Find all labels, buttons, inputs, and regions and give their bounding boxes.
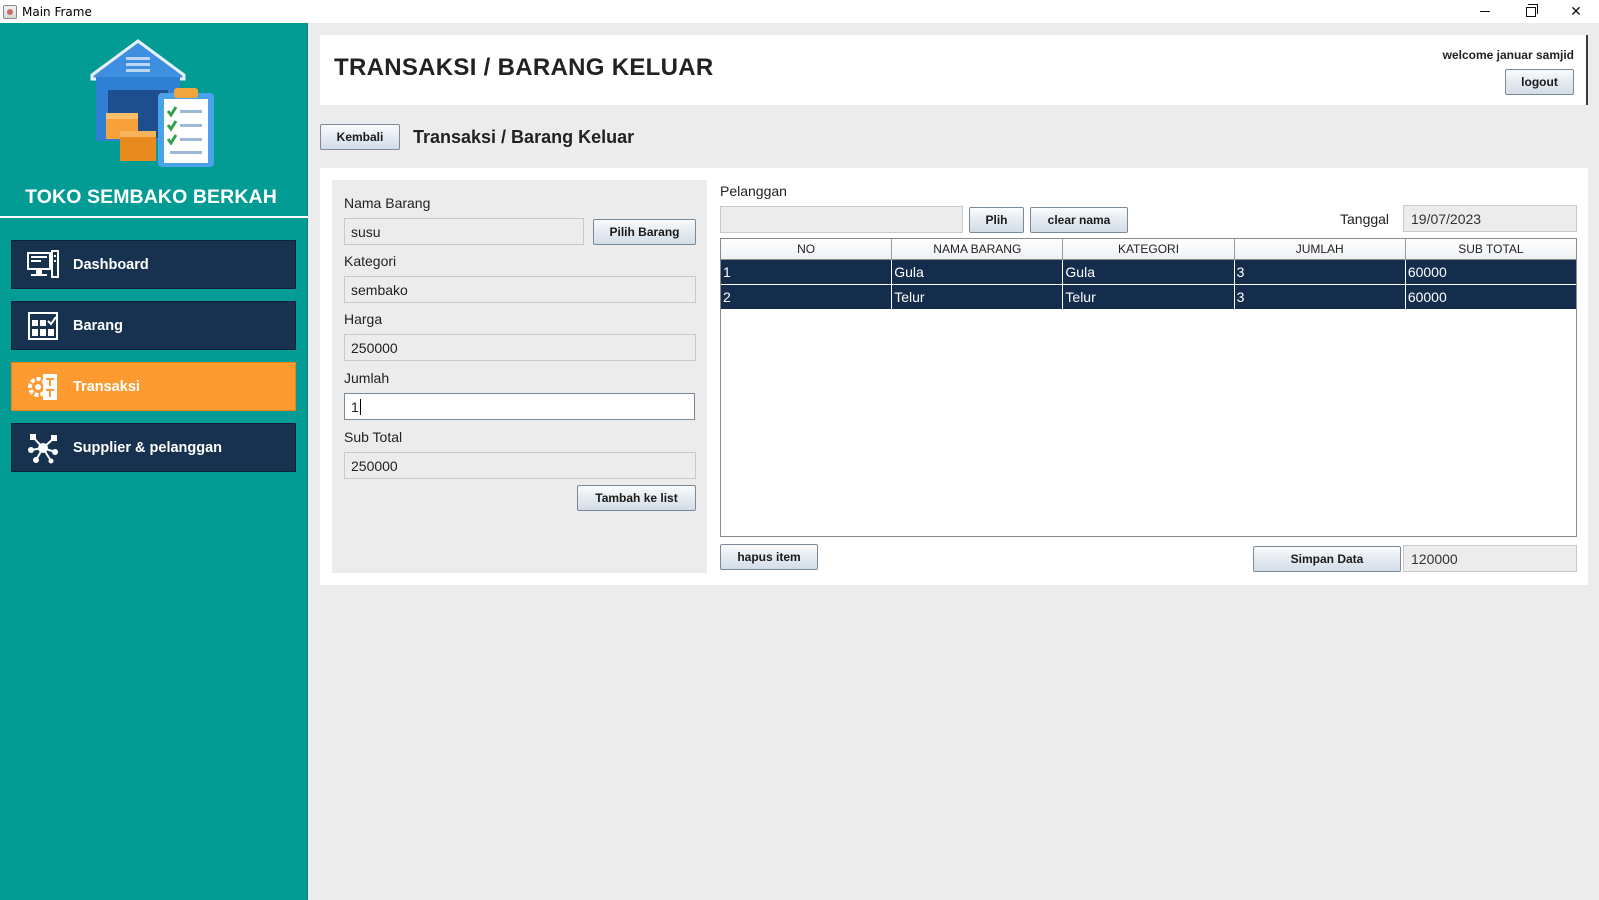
save-data-button[interactable]: Simpan Data [1253,546,1401,572]
java-app-icon [3,4,17,19]
clear-name-button[interactable]: clear nama [1030,207,1128,233]
sidebar-item-label: Supplier & pelanggan [73,439,223,456]
table-cell: Telur [1063,285,1235,309]
sidebar: TOKO SEMBAKO BERKAH Dashboard Barang Tra… [0,23,308,900]
close-icon: ✕ [1570,3,1582,20]
page-title: TRANSAKSI / BARANG KELUAR [334,54,714,81]
table-cell: 3 [1235,285,1406,309]
total-field[interactable]: 120000 [1403,545,1577,572]
restore-button[interactable] [1508,0,1554,23]
pelanggan-field[interactable] [720,206,963,233]
table-cell: Telur [892,285,1064,309]
sidebar-item-supplier[interactable]: Supplier & pelanggan [11,423,296,472]
nama-barang-field[interactable]: susu [344,218,584,245]
table-cell: 60000 [1407,264,1447,280]
add-to-list-button[interactable]: Tambah ke list [577,485,696,511]
shop-name: TOKO SEMBAKO BERKAH [25,186,277,208]
table-cell: Gula [1063,260,1235,284]
sidebar-divider [0,216,308,218]
warehouse-icon [26,309,60,343]
harga-field[interactable]: 250000 [344,334,696,361]
sidebar-item-label: Transaksi [73,378,140,395]
harga-label: Harga [344,311,383,327]
item-form: Nama Barang susu Pilih Barang Kategori s… [332,180,707,573]
network-icon [26,431,60,465]
nama-barang-label: Nama Barang [344,195,431,211]
kategori-label: Kategori [344,253,397,269]
pick-customer-button[interactable]: Plih [969,207,1024,233]
table-cell: 1 [721,260,893,284]
minimize-button[interactable] [1462,0,1508,23]
sidebar-item-label: Barang [73,317,123,334]
header-panel: TRANSAKSI / BARANG KELUAR welcome januar… [320,35,1588,105]
window-title: Main Frame [22,4,92,19]
warehouse-logo-icon [90,39,214,167]
kategori-field[interactable]: sembako [344,276,696,303]
table-row[interactable]: 2 Telur Telur 3 60000 [721,285,1576,310]
welcome-text: welcome januar samjid [1442,48,1574,62]
pelanggan-label: Pelanggan [720,183,787,199]
column-header-kategori[interactable]: KATEGORI [1063,239,1235,259]
sidebar-item-dashboard[interactable]: Dashboard [11,240,296,289]
jumlah-label: Jumlah [344,370,390,386]
sidebar-item-transaksi[interactable]: Transaksi [11,362,296,411]
window-titlebar: Main Frame ✕ [0,0,1599,23]
jumlah-field[interactable]: 1 [344,393,695,420]
table-header: NO NAMA BARANG KATEGORI JUMLAH SUB TOTAL [721,239,1577,260]
column-header-nama-barang[interactable]: NAMA BARANG [892,239,1064,259]
pilih-barang-button[interactable]: Pilih Barang [593,219,696,245]
restore-icon [1526,3,1538,17]
jumlah-value: 1 [351,398,359,415]
table-row[interactable]: 1 Gula Gula 3 60000 [721,260,1576,285]
column-header-no[interactable]: NO [721,239,893,259]
transaction-icon [26,370,60,404]
logout-button[interactable]: logout [1505,69,1574,95]
table-cell: Gula [892,260,1064,284]
text-caret [359,398,361,415]
tanggal-label: Tanggal [1340,211,1390,227]
column-header-jumlah[interactable]: JUMLAH [1234,239,1406,259]
table-cell: 2 [721,285,893,309]
close-button[interactable]: ✕ [1553,0,1599,23]
breadcrumb: Transaksi / Barang Keluar [413,127,635,147]
subtotal-field[interactable]: 250000 [344,452,696,479]
delete-item-button[interactable]: hapus item [720,544,818,570]
table-cell: 3 [1235,260,1406,284]
monitor-icon [26,248,60,282]
transaction-table[interactable]: NO NAMA BARANG KATEGORI JUMLAH SUB TOTAL… [720,238,1577,537]
column-header-sub-total[interactable]: SUB TOTAL [1405,239,1577,259]
table-cell: 60000 [1407,289,1447,305]
subtotal-label: Sub Total [344,429,403,445]
back-button[interactable]: Kembali [320,124,400,150]
transaction-panel: Nama Barang susu Pilih Barang Kategori s… [320,168,1588,585]
sidebar-item-barang[interactable]: Barang [11,301,296,350]
sidebar-item-label: Dashboard [73,256,149,273]
tanggal-field[interactable]: 19/07/2023 [1403,205,1577,232]
minimize-icon [1480,11,1490,12]
